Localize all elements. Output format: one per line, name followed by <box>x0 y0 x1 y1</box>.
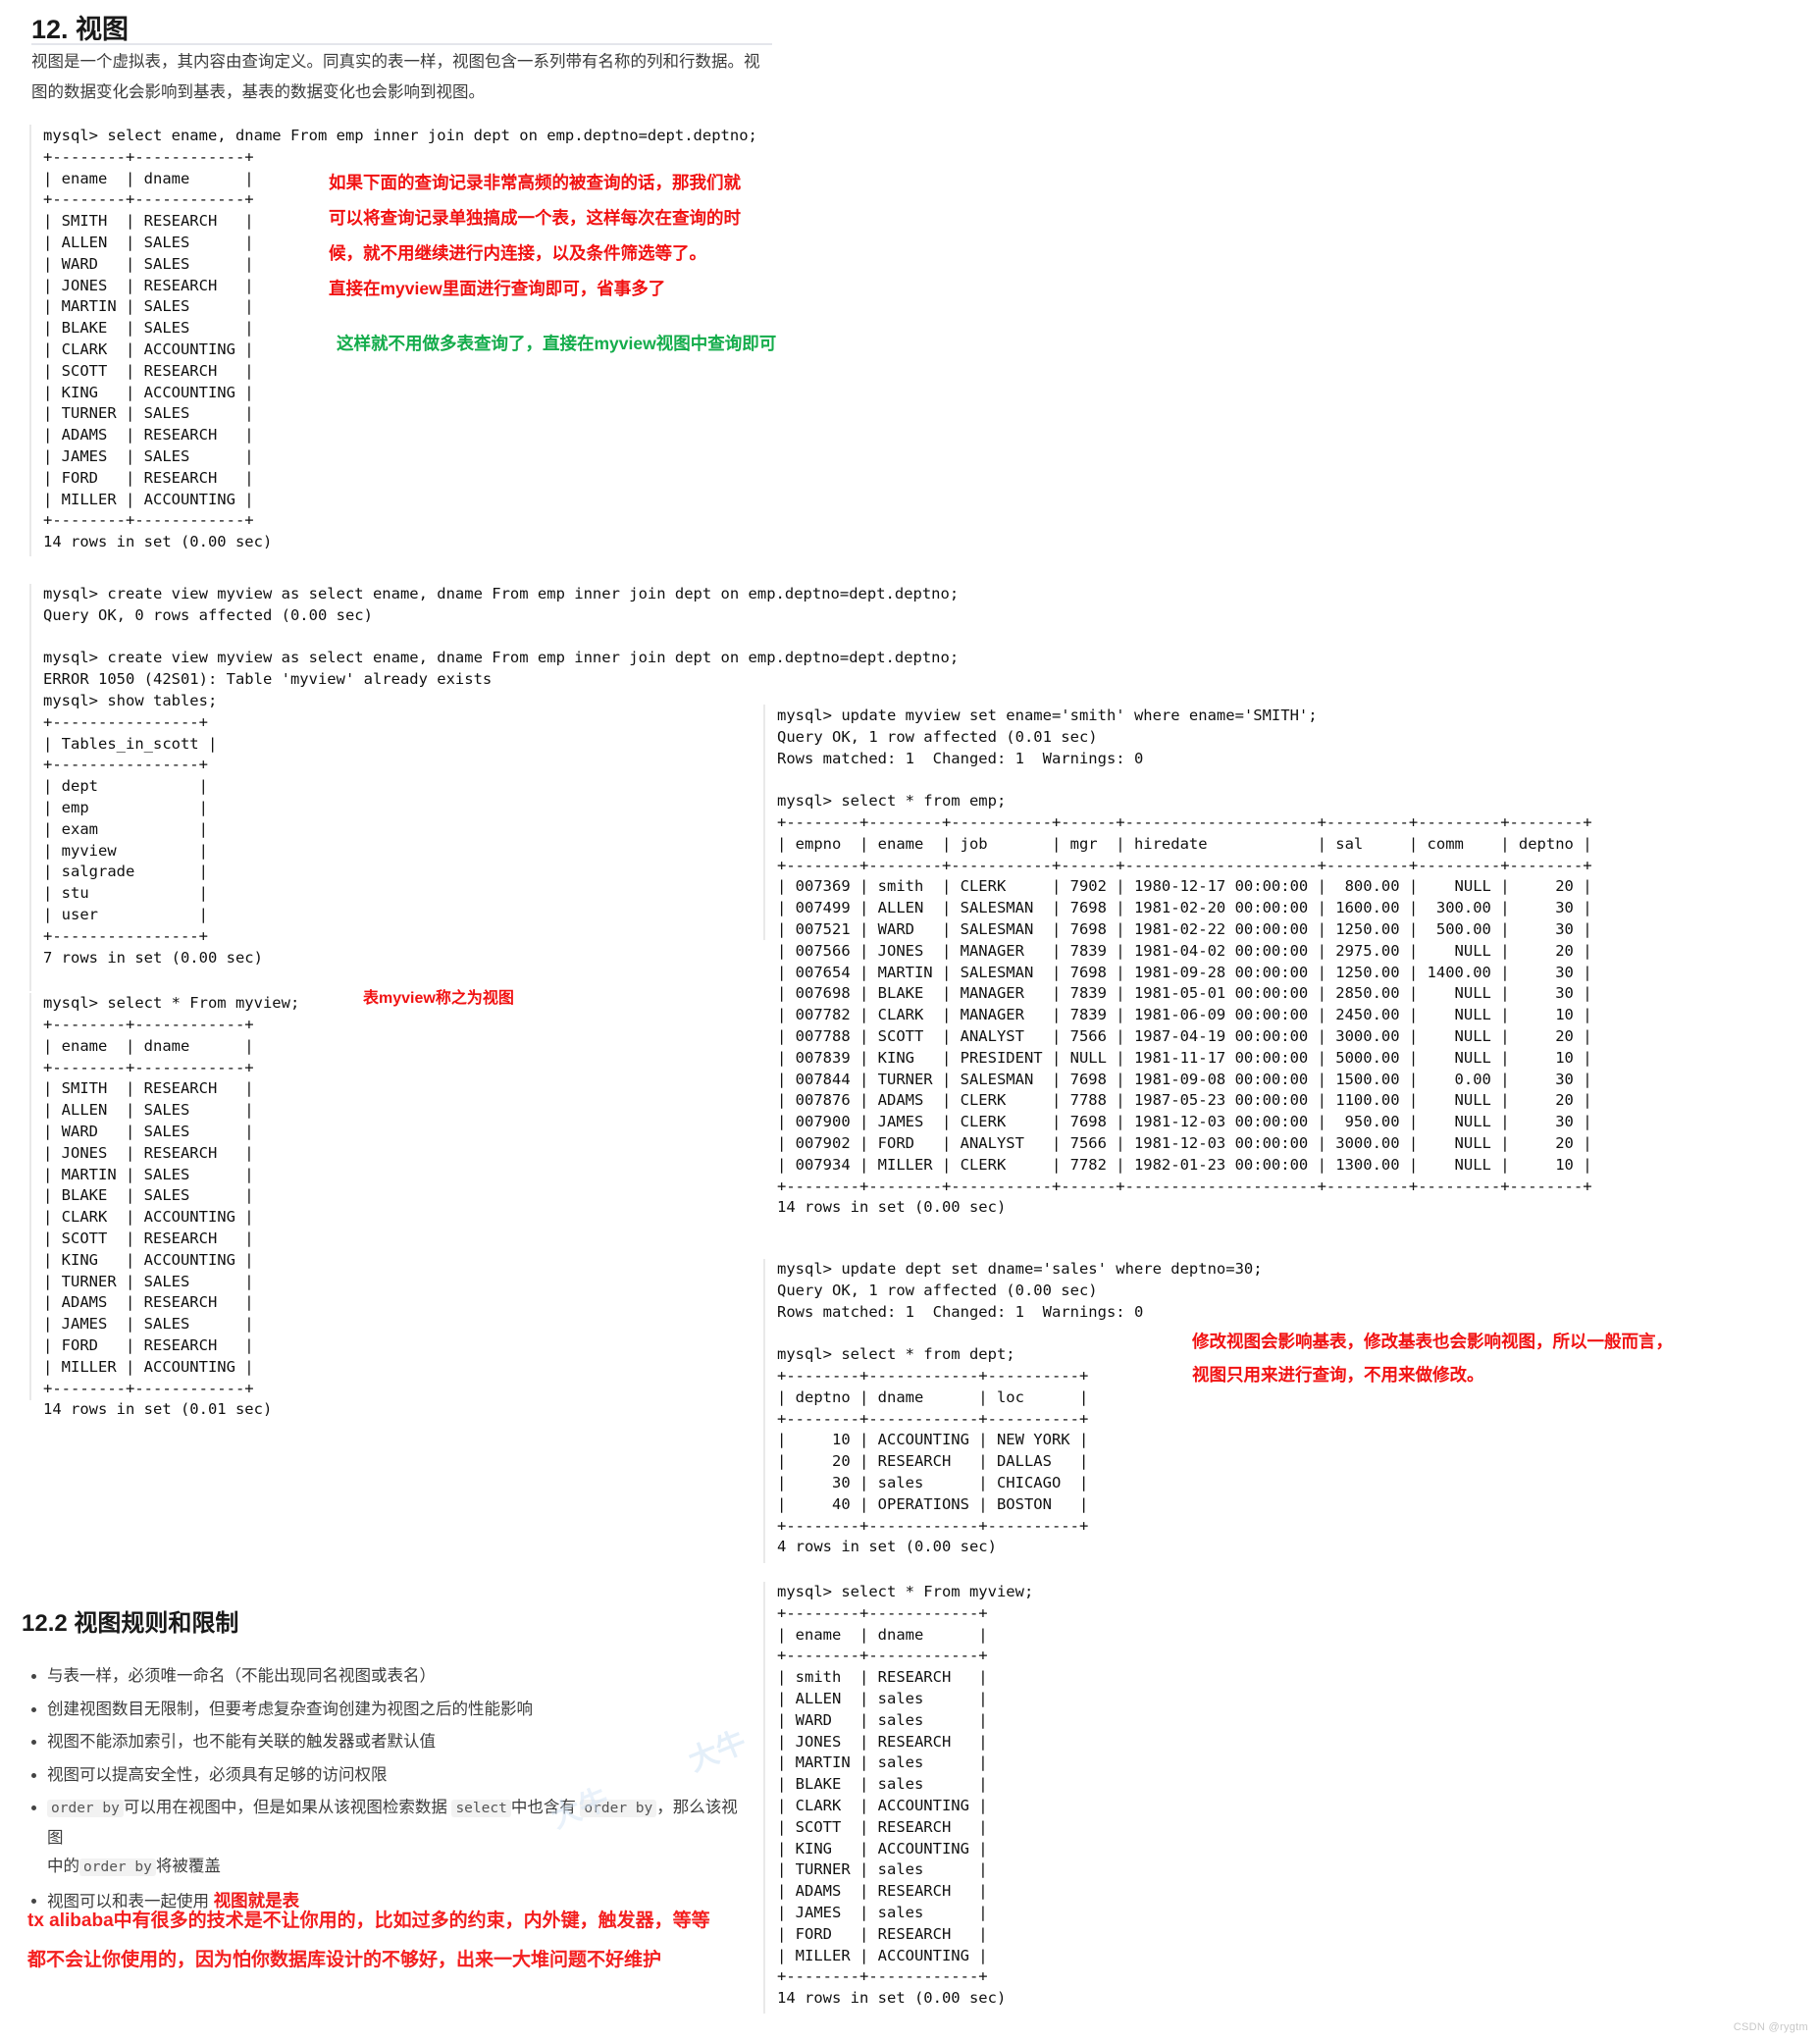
page-title: 12. 视图 <box>31 15 130 44</box>
code-gutter-4 <box>763 705 765 940</box>
rules-list: 与表一样，必须唯一命名（不能出现同名视图或表名） 创建视图数目无限制，但要考虑复… <box>22 1662 748 1920</box>
rule-text-1: 与表一样，必须唯一命名（不能出现同名视图或表名） <box>47 1667 436 1685</box>
list-item: order by 可以用在视图中，但是如果从该视图检索数据 select 中也含有 … <box>31 1794 748 1883</box>
list-item: 与表一样，必须唯一命名（不能出现同名视图或表名） <box>31 1662 748 1692</box>
intro-line-1: 视图是一个虚拟表，其内容由查询定义。同真实的表一样，视图包含一系列带有名称的列和… <box>31 53 760 71</box>
rule-text-5g: 中的 <box>47 1858 79 1875</box>
code-gutter-1 <box>29 125 31 556</box>
annotation-red-view-affects-base: 修改视图会影响基表，修改基表也会影响视图，所以一般而言， 视图只用来进行查询，不… <box>1192 1332 1673 1385</box>
terminal-block-update-myview-emp: mysql> update myview set ename='smith' w… <box>777 706 1592 1217</box>
rule-text-5b: 可以用在视图中，但是如果从该视图检索数据 <box>123 1799 447 1816</box>
code-gutter-6 <box>763 1582 765 2014</box>
annotation-red-suggest-view: 如果下面的查询记录非常高频的被查询的话，那我们就 可以将查询记录单独搞成一个表，… <box>329 173 741 298</box>
annotation-red-view-label: 表myview称之为视图 <box>363 990 514 1007</box>
terminal-block-select-myview-prompt: mysql> select * From myview; <box>43 994 300 1012</box>
title-divider <box>31 43 772 45</box>
code-gutter-5 <box>763 1259 765 1563</box>
list-item: 创建视图数目无限制，但要考虑复杂查询创建为视图之后的性能影响 <box>31 1696 748 1725</box>
list-item: 视图可以提高安全性，必须具有足够的访问权限 <box>31 1761 748 1791</box>
terminal-block-final-myview: mysql> select * From myview; +--------+-… <box>777 1583 1034 2008</box>
list-item: 视图不能添加索引，也不能有关联的触发器或者默认值 <box>31 1728 748 1757</box>
subsection-title: 12.2 视图规则和限制 <box>22 1610 239 1637</box>
rule-text-3: 视图不能添加索引，也不能有关联的触发器或者默认值 <box>47 1733 436 1751</box>
rule-code-orderby-1: order by <box>47 1800 124 1817</box>
terminal-block-select-myview: +--------+------------+ | ename | dname … <box>43 1016 273 1419</box>
code-gutter-3 <box>29 993 31 1400</box>
terminal-block-update-dept: mysql> update dept set dname='sales' whe… <box>777 1260 1263 1556</box>
rule-text-2: 创建视图数目无限制，但要考虑复杂查询创建为视图之后的性能影响 <box>47 1700 533 1718</box>
intro-line-2: 图的数据变化会影响到基表，基表的数据变化也会影响到视图。 <box>31 83 485 101</box>
code-gutter-2 <box>29 584 31 991</box>
rule-text-4: 视图可以提高安全性，必须具有足够的访问权限 <box>47 1765 388 1784</box>
annotation-green-myview: 这样就不用做多表查询了，直接在myview视图中查询即可 <box>337 334 777 353</box>
annotation-red-alibaba: tx alibaba中有很多的技术是不让你用的，比如过多的约束，内外键，触发器，… <box>27 1910 710 1970</box>
rule-code-orderby-3: order by <box>79 1858 156 1876</box>
document-page: 12. 视图 视图是一个虚拟表，其内容由查询定义。同真实的表一样，视图包含一系列… <box>0 0 1820 2041</box>
csdn-watermark: CSDN @rygtm <box>1733 2021 1808 2033</box>
rule-text-5i: 将被覆盖 <box>155 1858 221 1875</box>
intro-paragraph: 视图是一个虚拟表，其内容由查询定义。同真实的表一样，视图包含一系列带有名称的列和… <box>31 47 777 108</box>
rule-code-select: select <box>451 1800 511 1817</box>
